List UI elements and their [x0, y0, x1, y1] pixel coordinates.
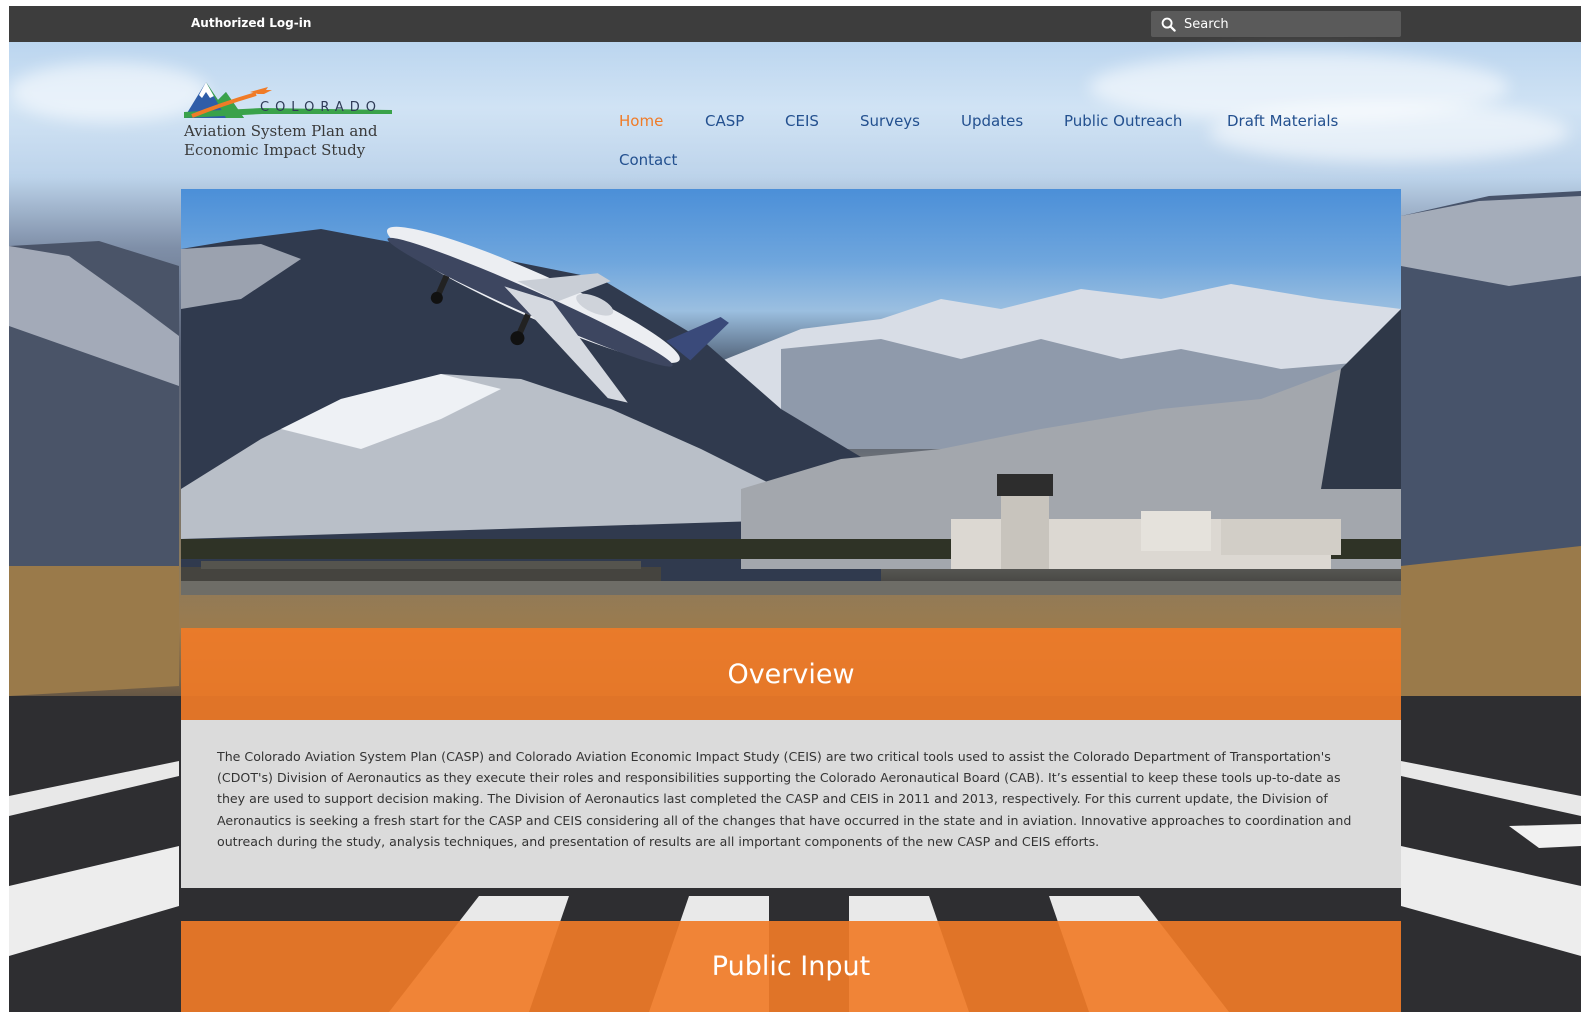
top-bar: Authorized Log-in: [9, 6, 1581, 42]
nav-item-updates[interactable]: Updates: [961, 112, 1023, 130]
cloud: [1209, 102, 1569, 162]
cloud: [9, 62, 209, 122]
nav-item-surveys[interactable]: Surveys: [860, 112, 920, 130]
overview-heading-band: Overview: [181, 628, 1401, 720]
authorized-login-link[interactable]: Authorized Log-in: [191, 16, 311, 30]
page: Authorized Log-in COLORADO Aviatio: [9, 6, 1581, 1012]
hero-airplane-mountains-illustration: [181, 226, 1401, 595]
site-logo[interactable]: COLORADO Aviation System Plan and Econom…: [182, 70, 397, 162]
nav-item-public-outreach[interactable]: Public Outreach: [1064, 112, 1182, 130]
search-input[interactable]: [1184, 16, 1384, 32]
logo-wordmark: COLORADO: [260, 100, 382, 115]
nav-item-contact[interactable]: Contact: [619, 151, 677, 169]
search-icon: [1161, 17, 1176, 32]
nav-item-casp[interactable]: CASP: [705, 112, 744, 130]
hero-image: [181, 189, 1401, 595]
nav-item-ceis[interactable]: CEIS: [785, 112, 819, 130]
site-header: COLORADO Aviation System Plan and Econom…: [9, 42, 1581, 174]
nav-item-home[interactable]: Home: [619, 112, 663, 130]
overview-heading: Overview: [727, 658, 855, 690]
public-input-heading: Public Input: [711, 951, 871, 982]
public-input-heading-band: Public Input: [181, 921, 1401, 1012]
logo-title-line2: Economic Impact Study: [184, 141, 366, 159]
nav-item-draft-materials[interactable]: Draft Materials: [1227, 112, 1338, 130]
logo-title-line1: Aviation System Plan and: [184, 122, 378, 140]
overview-body: The Colorado Aviation System Plan (CASP)…: [181, 720, 1401, 888]
search-box[interactable]: [1151, 11, 1401, 37]
